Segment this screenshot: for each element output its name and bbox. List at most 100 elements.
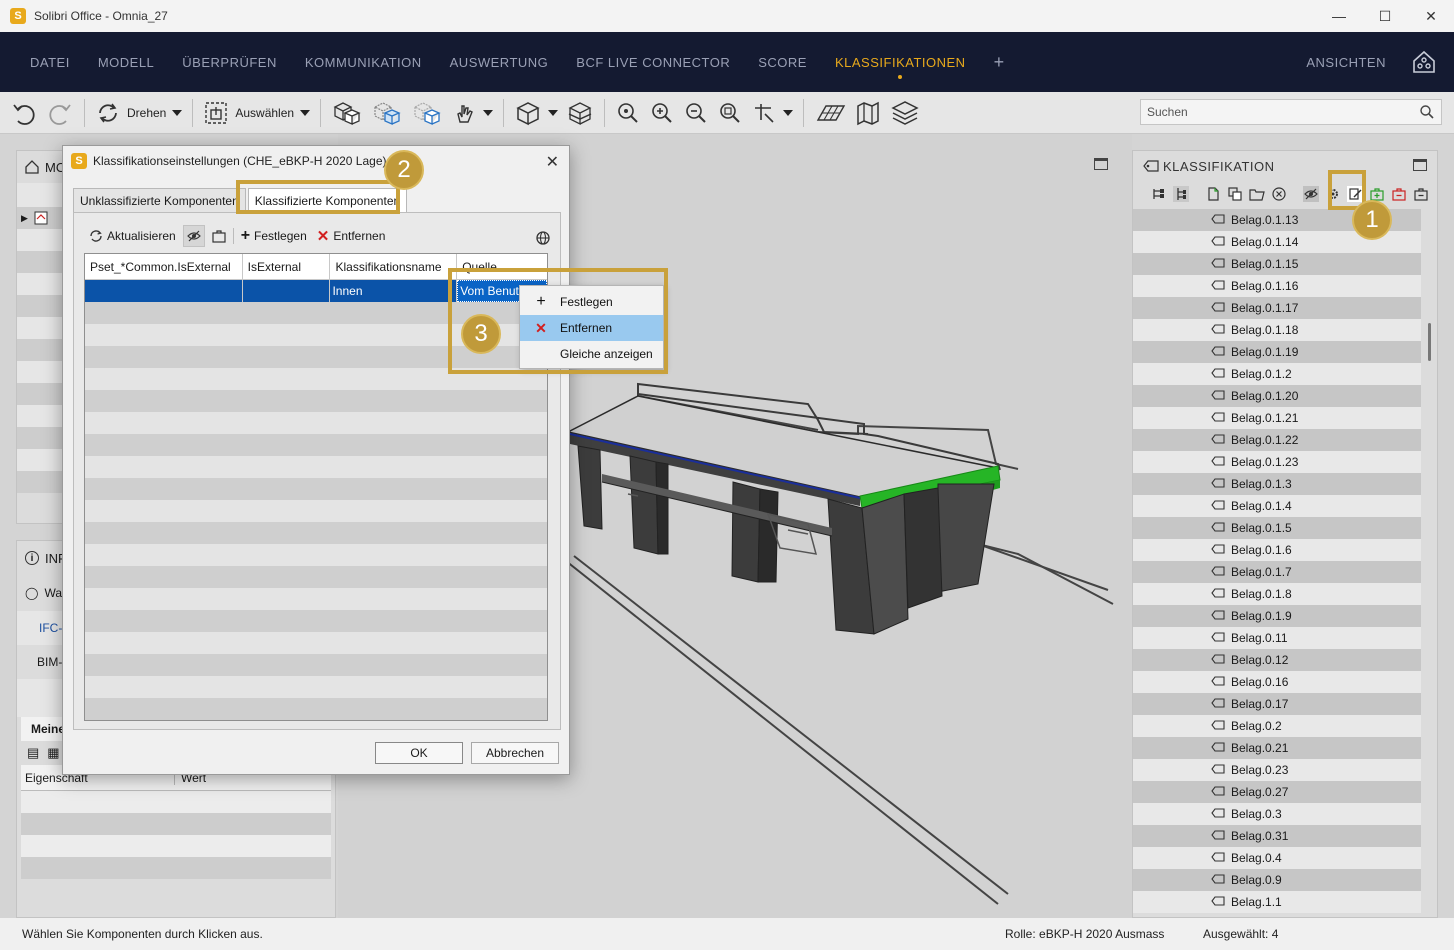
maximize-icon[interactable]: ☐ xyxy=(1362,0,1408,32)
remove-bag-icon[interactable] xyxy=(1391,186,1407,202)
list-item[interactable]: Belag.0.1.17 xyxy=(1133,297,1421,319)
tree-collapse-icon[interactable] xyxy=(1151,186,1167,202)
list-item[interactable]: Belag.1.1 xyxy=(1133,891,1421,913)
menu-kommunikation[interactable]: KOMMUNIKATION xyxy=(291,32,436,92)
tree-expand-icon[interactable] xyxy=(1173,186,1189,202)
zoom-out-button[interactable] xyxy=(679,96,713,130)
list-item[interactable]: Belag.0.1.21 xyxy=(1133,407,1421,429)
grid-button[interactable] xyxy=(810,96,850,130)
list-item[interactable]: Belag.0.17 xyxy=(1133,693,1421,715)
refresh-button[interactable]: Aktualisieren xyxy=(86,227,179,245)
close-window-icon[interactable]: ✕ xyxy=(1408,0,1454,32)
new-file-icon[interactable] xyxy=(1205,186,1221,202)
list-item[interactable]: Belag.0.1.15 xyxy=(1133,253,1421,275)
chevron-down-icon[interactable] xyxy=(783,109,794,116)
ok-button[interactable]: OK xyxy=(375,742,463,764)
table-row[interactable] xyxy=(85,566,547,588)
bag-icon[interactable] xyxy=(1413,186,1429,202)
chevron-down-icon[interactable] xyxy=(300,109,311,116)
list-item[interactable]: Belag.0.1.18 xyxy=(1133,319,1421,341)
bag-button[interactable] xyxy=(209,227,229,245)
menu-auswertung[interactable]: AUSWERTUNG xyxy=(436,32,563,92)
list-item[interactable]: Belag.0.1.22 xyxy=(1133,429,1421,451)
table-row[interactable] xyxy=(85,390,547,412)
layers-button[interactable] xyxy=(886,96,924,130)
redo-button[interactable] xyxy=(42,96,78,130)
list-item[interactable]: Belag.0.1.2 xyxy=(1133,363,1421,385)
table-row[interactable] xyxy=(85,654,547,676)
list-item[interactable]: Belag.0.4 xyxy=(1133,847,1421,869)
list-item[interactable]: Belag.0.31 xyxy=(1133,825,1421,847)
menu-modell[interactable]: MODELL xyxy=(84,32,168,92)
table-row[interactable] xyxy=(85,412,547,434)
cancel-button[interactable]: Abbrechen xyxy=(471,742,559,764)
chevron-down-icon[interactable] xyxy=(548,109,559,116)
minimize-icon[interactable]: — xyxy=(1316,0,1362,32)
list-item[interactable]: Belag.0.1.4 xyxy=(1133,495,1421,517)
globe-icon[interactable] xyxy=(536,231,550,245)
search-input[interactable]: Suchen xyxy=(1140,99,1442,125)
search-icon[interactable] xyxy=(1419,104,1435,120)
assign-button[interactable]: + Festlegen xyxy=(238,225,310,247)
bim-tab[interactable]: BIM- xyxy=(37,655,62,669)
list-item[interactable]: Belag.0.2 xyxy=(1133,715,1421,737)
undo-button[interactable] xyxy=(6,96,42,130)
list-item[interactable]: Belag.0.27 xyxy=(1133,781,1421,803)
table-row[interactable] xyxy=(85,698,547,720)
column-header[interactable]: IsExternal xyxy=(243,254,331,279)
isolate-button[interactable] xyxy=(407,96,447,130)
hide-selected-button[interactable] xyxy=(367,96,407,130)
menu-klassifikationen[interactable]: KLASSIFIKATIONEN xyxy=(821,32,980,92)
list-item[interactable]: Belag.0.1.5 xyxy=(1133,517,1421,539)
list-item[interactable]: Belag.0.3 xyxy=(1133,803,1421,825)
list-item[interactable]: Belag.0.21 xyxy=(1133,737,1421,759)
table-row[interactable] xyxy=(85,632,547,654)
list-item[interactable]: Belag.0.16 xyxy=(1133,671,1421,693)
ifc-tab[interactable]: IFC- xyxy=(39,621,62,635)
zoom-selection-button[interactable] xyxy=(713,96,747,130)
list-item[interactable]: Belag.0.1.9 xyxy=(1133,605,1421,627)
section-button[interactable] xyxy=(562,96,598,130)
list-item[interactable]: Belag.0.1.20 xyxy=(1133,385,1421,407)
copy-icon[interactable] xyxy=(1227,186,1243,202)
list-item[interactable]: Belag.0.1.7 xyxy=(1133,561,1421,583)
zoom-fit-button[interactable] xyxy=(611,96,645,130)
table-row[interactable] xyxy=(85,588,547,610)
column-header[interactable]: Pset_*Common.IsExternal xyxy=(85,254,243,279)
column-header[interactable]: Klassifikationsname xyxy=(330,254,458,279)
show-all-button[interactable] xyxy=(327,96,367,130)
scrollbar-thumb[interactable] xyxy=(1428,323,1431,361)
add-property-icon[interactable]: ▤ xyxy=(27,745,39,761)
tab-unclassified[interactable]: Unklassifizierte Komponenten xyxy=(73,188,246,212)
close-icon[interactable]: ✕ xyxy=(546,152,559,172)
rotate-button[interactable]: Drehen xyxy=(91,96,186,130)
clear-icon[interactable] xyxy=(1271,186,1287,202)
table-row[interactable] xyxy=(85,500,547,522)
list-item[interactable]: Belag.0.11 xyxy=(1133,627,1421,649)
panel-maximize-icon[interactable] xyxy=(1413,159,1427,171)
my-properties-tab[interactable]: Meine xyxy=(31,722,65,736)
viewport-maximize-icon[interactable] xyxy=(1094,158,1108,170)
chevron-down-icon[interactable] xyxy=(483,109,494,116)
open-folder-icon[interactable] xyxy=(1249,186,1265,202)
pick-button[interactable] xyxy=(447,96,497,130)
classification-tree[interactable]: Belag.0.1.13 Belag.0.1.14 Belag.0.1.15 Bela… xyxy=(1133,209,1421,917)
zoom-in-button[interactable] xyxy=(645,96,679,130)
floor-plan-button[interactable] xyxy=(850,96,886,130)
visibility-toggle-icon[interactable] xyxy=(1303,186,1319,202)
view-cube-button[interactable] xyxy=(510,96,562,130)
table-row[interactable] xyxy=(85,610,547,632)
home-view-icon[interactable] xyxy=(1410,48,1438,76)
table-row[interactable] xyxy=(85,522,547,544)
list-item[interactable]: Belag.0.1.16 xyxy=(1133,275,1421,297)
remove-button[interactable]: ✕ Entfernen xyxy=(314,225,389,247)
select-button[interactable]: Auswählen xyxy=(199,96,314,130)
menu-score[interactable]: SCORE xyxy=(744,32,821,92)
list-item[interactable]: Belag.0.1.23 xyxy=(1133,451,1421,473)
expand-arrow-icon[interactable]: ▶ xyxy=(21,213,28,224)
menu-bcf-live-connector[interactable]: BCF LIVE CONNECTOR xyxy=(562,32,744,92)
edit-property-icon[interactable]: ▦ xyxy=(47,745,59,761)
list-item[interactable]: Belag.0.1.19 xyxy=(1133,341,1421,363)
table-row[interactable] xyxy=(85,434,547,456)
list-item[interactable]: Belag.0.1.6 xyxy=(1133,539,1421,561)
